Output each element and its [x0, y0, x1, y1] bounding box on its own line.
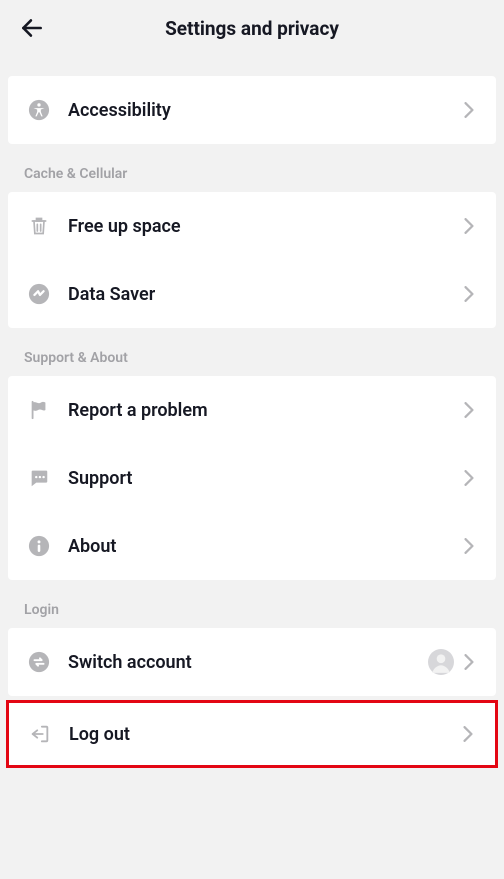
- row-label: Data Saver: [68, 284, 460, 305]
- row-about[interactable]: About: [8, 512, 496, 580]
- chevron-right-icon: [460, 469, 478, 487]
- trash-icon: [26, 213, 52, 239]
- row-label: Accessibility: [68, 100, 460, 121]
- row-label: Log out: [69, 724, 459, 745]
- logout-icon: [27, 721, 53, 747]
- header: Settings and privacy: [0, 0, 504, 56]
- chevron-right-icon: [459, 725, 477, 743]
- chevron-right-icon: [460, 653, 478, 671]
- section-top: Accessibility: [8, 76, 496, 144]
- row-free-up-space[interactable]: Free up space: [8, 192, 496, 260]
- back-button[interactable]: [16, 12, 48, 44]
- chat-icon: [26, 465, 52, 491]
- section-support: Report a problem Support About: [8, 376, 496, 580]
- section-header-cache: Cache & Cellular: [0, 144, 504, 192]
- page-title: Settings and privacy: [165, 17, 339, 40]
- row-label: About: [68, 536, 460, 557]
- accessibility-icon: [26, 97, 52, 123]
- info-icon: [26, 533, 52, 559]
- chevron-right-icon: [460, 401, 478, 419]
- row-label: Switch account: [68, 652, 428, 673]
- chevron-right-icon: [460, 101, 478, 119]
- section-logout-highlighted: Log out: [6, 700, 498, 768]
- row-log-out[interactable]: Log out: [9, 703, 495, 765]
- row-label: Report a problem: [68, 400, 460, 421]
- row-switch-account[interactable]: Switch account: [8, 628, 496, 696]
- row-label: Free up space: [68, 216, 460, 237]
- row-label: Support: [68, 468, 460, 489]
- chevron-right-icon: [460, 537, 478, 555]
- arrow-left-icon: [19, 15, 45, 41]
- section-cache: Free up space Data Saver: [8, 192, 496, 328]
- section-header-login: Login: [0, 580, 504, 628]
- section-login: Switch account: [8, 628, 496, 696]
- row-report-problem[interactable]: Report a problem: [8, 376, 496, 444]
- section-header-support: Support & About: [0, 328, 504, 376]
- data-saver-icon: [26, 281, 52, 307]
- chevron-right-icon: [460, 217, 478, 235]
- switch-account-icon: [26, 649, 52, 675]
- row-support[interactable]: Support: [8, 444, 496, 512]
- avatar-icon: [428, 649, 454, 675]
- flag-icon: [26, 397, 52, 423]
- row-accessibility[interactable]: Accessibility: [8, 76, 496, 144]
- chevron-right-icon: [460, 285, 478, 303]
- row-data-saver[interactable]: Data Saver: [8, 260, 496, 328]
